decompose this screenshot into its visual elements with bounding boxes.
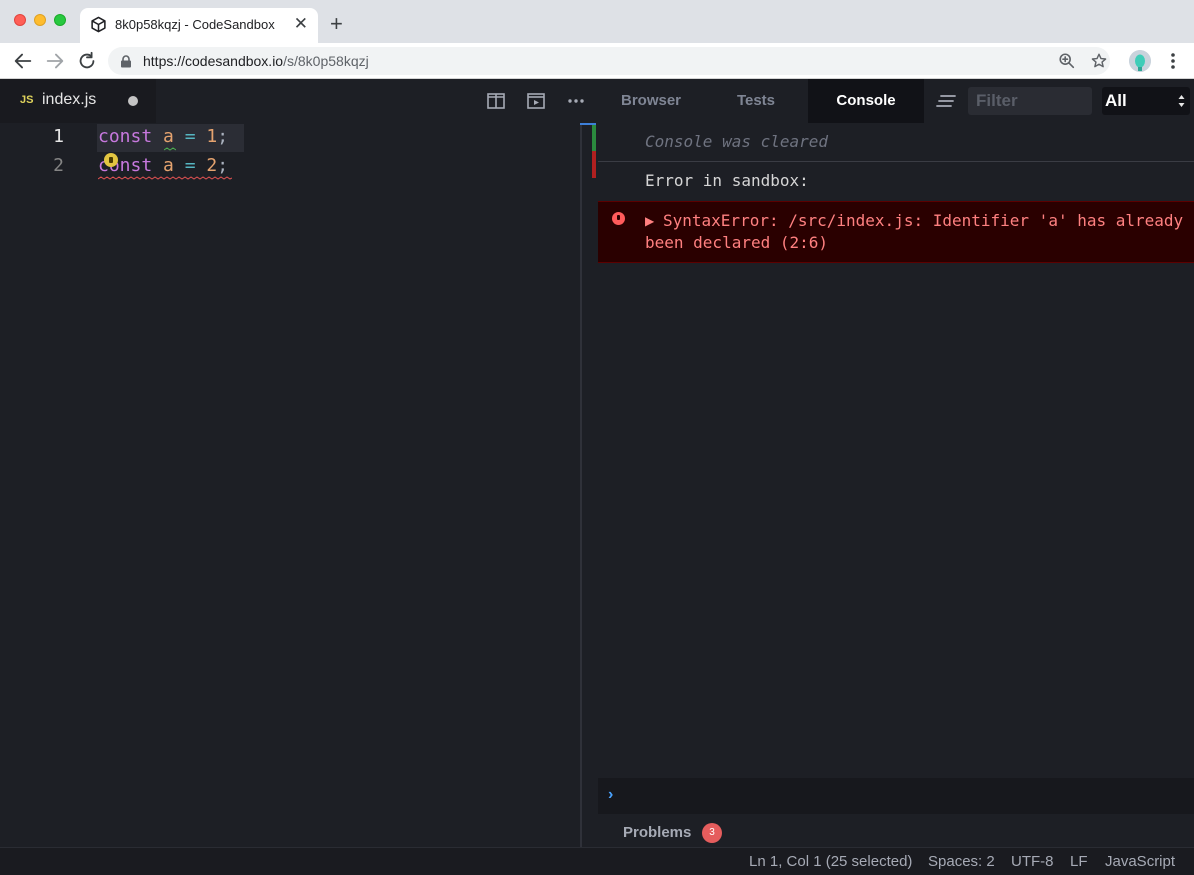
- lock-icon: [121, 55, 131, 68]
- error-icon: [612, 212, 625, 225]
- avatar[interactable]: [1129, 50, 1151, 72]
- url-text: https://codesandbox.io/s/8k0p58kqzj: [143, 53, 369, 69]
- language-mode[interactable]: JavaScript: [1105, 853, 1175, 870]
- line-ending-setting[interactable]: LF: [1070, 853, 1088, 870]
- console-input-bar: ›: [598, 778, 1194, 814]
- punctuation-token: ;: [217, 155, 229, 176]
- url-path: /s/8k0p58kqzj: [283, 53, 369, 69]
- unsaved-indicator[interactable]: [128, 96, 138, 106]
- log-level-select[interactable]: All: [1102, 87, 1190, 115]
- tab-browser[interactable]: Browser: [598, 79, 704, 123]
- error-heading-text: Error in sandbox:: [645, 171, 809, 190]
- console-message: Error in sandbox:: [598, 163, 1194, 200]
- indentation-setting[interactable]: Spaces: 2: [928, 853, 995, 870]
- log-level-value: All: [1105, 91, 1127, 110]
- line-number: 2: [53, 155, 64, 176]
- problems-bar[interactable]: Problems 3: [598, 814, 1194, 847]
- identifier-token: a: [163, 126, 174, 147]
- address-bar[interactable]: https://codesandbox.io/s/8k0p58kqzj: [108, 47, 1110, 75]
- console-input[interactable]: [628, 784, 1178, 808]
- url-host: https://codesandbox.io: [143, 53, 284, 69]
- maximize-window-button[interactable]: [54, 14, 66, 26]
- problems-label: Problems: [623, 824, 692, 841]
- code-editor[interactable]: 1 2 const a = 1; const a = 2;: [0, 123, 581, 847]
- forward-arrow-icon[interactable]: [44, 50, 66, 72]
- clear-console-icon[interactable]: [936, 93, 956, 109]
- js-file-icon: JS: [20, 94, 34, 106]
- codesandbox-icon: [91, 16, 106, 33]
- warning-squiggle: [164, 147, 176, 151]
- close-tab-icon[interactable]: ✕: [294, 14, 308, 34]
- split-divider[interactable]: [580, 123, 582, 847]
- encoding-setting[interactable]: UTF-8: [1011, 853, 1054, 870]
- problems-count-badge: 3: [702, 823, 722, 843]
- star-icon[interactable]: [1090, 52, 1108, 70]
- file-tab-index-js[interactable]: JS index.js: [0, 79, 156, 123]
- tab-tests[interactable]: Tests: [704, 79, 808, 123]
- prompt-chevron-icon: ›: [608, 786, 614, 803]
- editor-tabbar: JS index.js: [0, 79, 598, 123]
- console-output: Console was cleared Error in sandbox: ▶ …: [598, 123, 1194, 778]
- scroll-marker: [592, 125, 596, 151]
- panel-tabbar: Browser Tests Console All: [598, 79, 1194, 123]
- more-horizontal-icon[interactable]: [566, 91, 586, 111]
- reload-icon[interactable]: [76, 50, 98, 72]
- tab-console[interactable]: Console: [808, 79, 924, 123]
- file-tab-label: index.js: [42, 91, 97, 108]
- more-vertical-icon[interactable]: [1163, 51, 1183, 71]
- operator-token: =: [184, 155, 196, 176]
- scroll-marker: [592, 151, 596, 178]
- code-line[interactable]: const a = 1;: [98, 126, 228, 147]
- identifier-token: a: [163, 155, 174, 176]
- new-tab-button[interactable]: +: [330, 12, 343, 36]
- error-squiggle: [98, 176, 232, 180]
- operator-token: =: [184, 126, 196, 147]
- browser-titlebar: 8k0p58kqzj - CodeSandbox ✕ +: [0, 0, 1194, 43]
- number-token: 2: [206, 155, 218, 176]
- lightbulb-icon[interactable]: [104, 153, 118, 167]
- minimize-window-button[interactable]: [34, 14, 46, 26]
- line-gutter: 1 2: [0, 123, 90, 847]
- split-view-icon[interactable]: [486, 91, 506, 111]
- back-arrow-icon[interactable]: [12, 50, 34, 72]
- cursor-position[interactable]: Ln 1, Col 1 (25 selected): [749, 853, 912, 870]
- tab-title: 8k0p58kqzj - CodeSandbox: [115, 17, 275, 32]
- browser-toolbar: https://codesandbox.io/s/8k0p58kqzj: [0, 43, 1194, 79]
- status-bar: Ln 1, Col 1 (25 selected) Spaces: 2 UTF-…: [0, 847, 1194, 875]
- console-message: Console was cleared: [598, 123, 1194, 162]
- preview-icon[interactable]: [526, 91, 546, 111]
- select-arrows-icon: [1178, 95, 1185, 107]
- line-number: 1: [53, 126, 64, 147]
- number-token: 1: [206, 126, 218, 147]
- error-text: SyntaxError: /src/index.js: Identifier '…: [645, 211, 1184, 252]
- punctuation-token: ;: [217, 126, 229, 147]
- console-error-message[interactable]: ▶ SyntaxError: /src/index.js: Identifier…: [598, 201, 1194, 263]
- keyword-token: const: [98, 126, 153, 147]
- close-window-button[interactable]: [14, 14, 26, 26]
- avatar-image: [1129, 50, 1151, 72]
- console-cleared-text: Console was cleared: [645, 132, 829, 151]
- filter-input[interactable]: [968, 87, 1092, 115]
- browser-tab[interactable]: 8k0p58kqzj - CodeSandbox ✕: [80, 8, 318, 43]
- zoom-icon[interactable]: [1058, 52, 1076, 70]
